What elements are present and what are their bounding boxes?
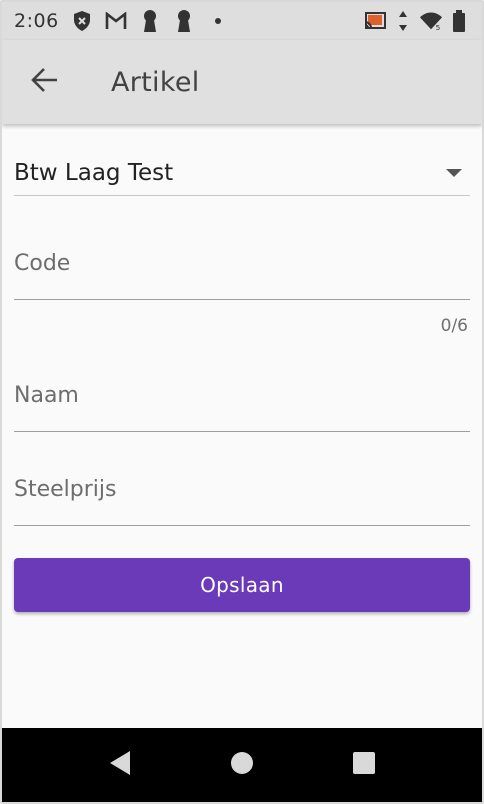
status-icons-right: 5 — [364, 10, 470, 32]
back-triangle-icon — [108, 750, 132, 780]
article-form: Btw Laag Test 0/6 Opslaan — [2, 124, 482, 728]
nav-back-button[interactable] — [102, 747, 138, 783]
code-field[interactable] — [14, 228, 470, 300]
page-title: Artikel — [111, 66, 200, 98]
nav-home-button[interactable] — [224, 747, 260, 783]
recents-square-icon — [353, 752, 375, 778]
vat-dropdown[interactable]: Btw Laag Test — [14, 150, 470, 196]
keyhole-icon — [139, 10, 161, 32]
gmail-icon — [105, 10, 127, 32]
app-bar: Artikel — [2, 40, 482, 124]
status-bar: 2:06 5 — [2, 2, 482, 40]
vat-dropdown-value: Btw Laag Test — [14, 159, 174, 186]
save-button[interactable]: Opslaan — [14, 558, 470, 612]
battery-icon — [448, 10, 470, 32]
price-input[interactable] — [14, 454, 470, 525]
nav-recents-button[interactable] — [346, 747, 382, 783]
status-icons-left — [71, 10, 229, 32]
status-time: 2:06 — [14, 10, 59, 32]
code-input[interactable] — [14, 228, 470, 299]
name-input[interactable] — [14, 360, 470, 431]
price-field[interactable] — [14, 454, 470, 526]
home-circle-icon — [230, 751, 254, 779]
wifi-icon: 5 — [420, 10, 442, 32]
app-frame: 2:06 5 Artikel Btw Laag Test Code 0/6 Na… — [0, 0, 484, 804]
name-field[interactable] — [14, 360, 470, 432]
shield-x-icon — [71, 10, 93, 32]
back-button[interactable] — [17, 54, 73, 110]
caret-down-icon — [446, 168, 462, 177]
code-counter: 0/6 — [440, 316, 468, 336]
svg-text:5: 5 — [436, 23, 441, 31]
system-nav-bar — [2, 728, 482, 802]
keyhole-icon — [173, 10, 195, 32]
data-arrows-icon — [392, 10, 414, 32]
cast-icon — [364, 10, 386, 32]
arrow-back-icon — [31, 66, 59, 98]
dot-icon — [207, 10, 229, 32]
